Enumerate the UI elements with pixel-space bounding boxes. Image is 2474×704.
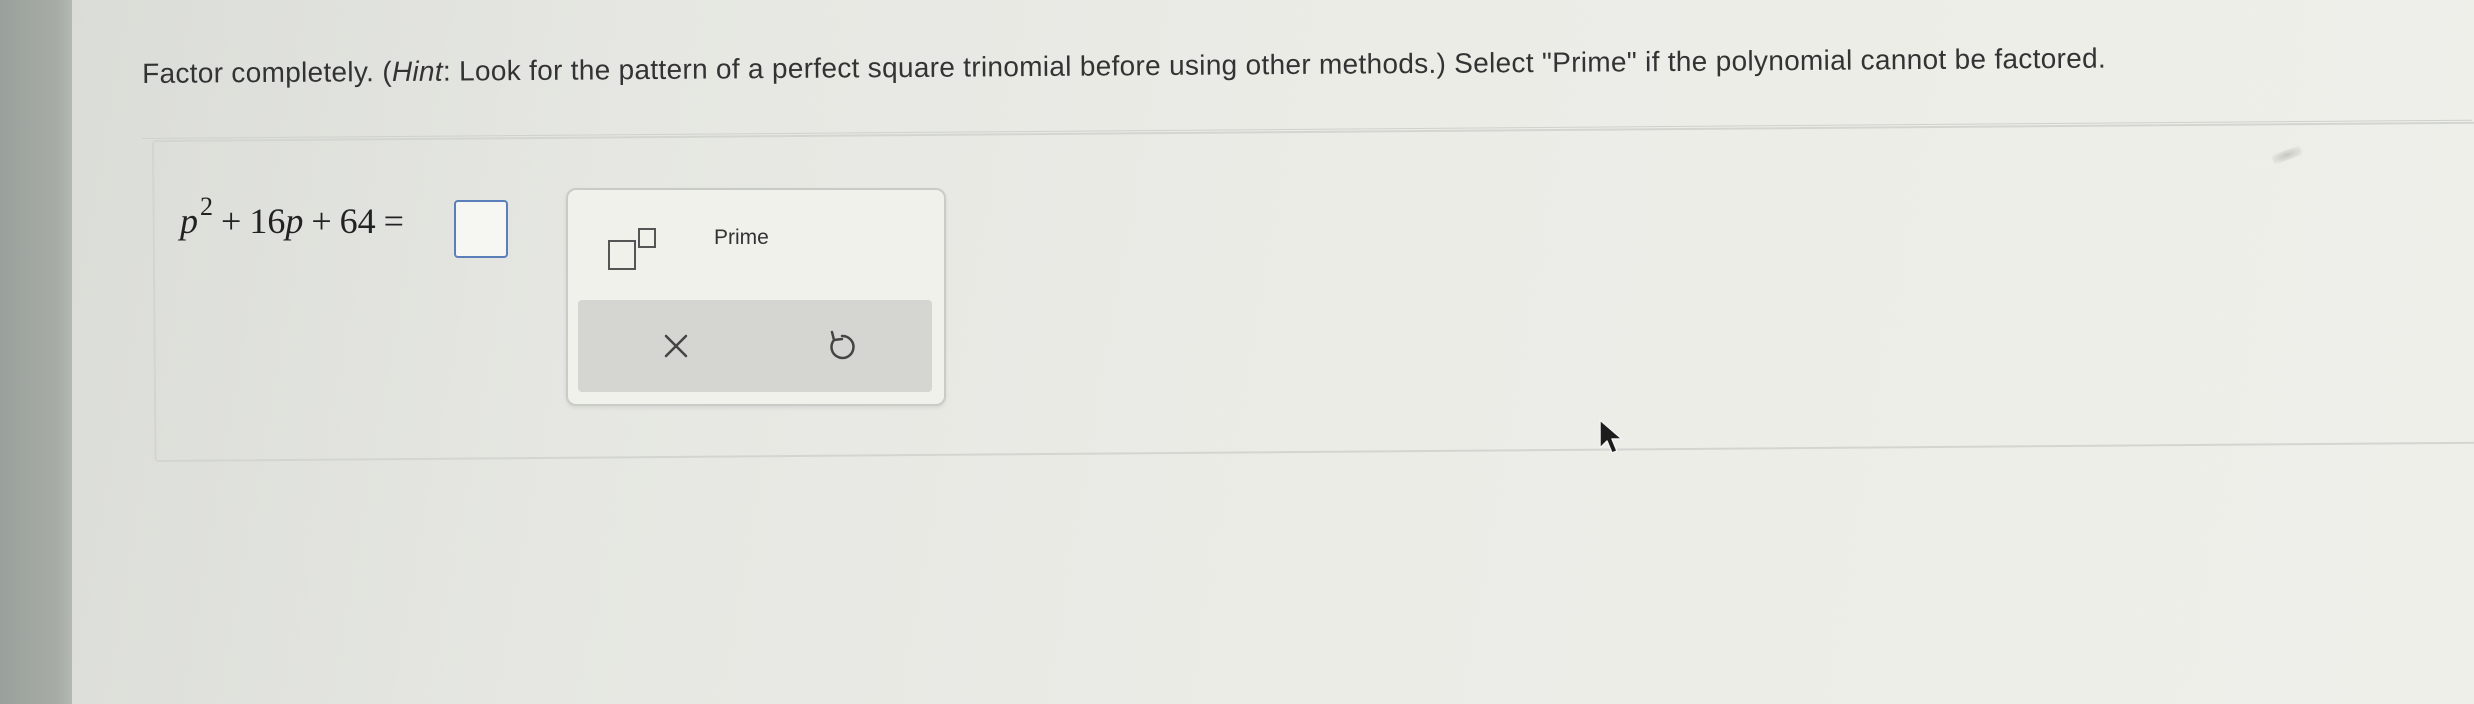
palette-action-bar <box>578 300 932 392</box>
equation-variable: p <box>180 201 198 241</box>
question-prefix: Factor completely. ( <box>142 56 393 89</box>
answer-input-box[interactable] <box>454 200 508 258</box>
question-hint-text: : Look for the pattern of a perfect squa… <box>442 42 2107 87</box>
exponent-template-button[interactable] <box>604 224 664 274</box>
equation-plus-1: + <box>221 201 242 241</box>
equation-equals: = <box>383 201 404 241</box>
equation-exponent: 2 <box>200 192 213 221</box>
equation-plus-2: + <box>311 201 332 241</box>
exponent-power-box <box>638 228 656 248</box>
left-background-strip <box>0 0 72 704</box>
answer-panel <box>152 121 2474 462</box>
equation-constant: 64 <box>339 201 376 241</box>
undo-button[interactable] <box>816 320 868 372</box>
prime-button[interactable]: Prime <box>714 226 769 250</box>
question-text: Factor completely. (Hint: Look for the p… <box>142 40 2442 90</box>
polynomial-equation: p2 + 16 p + 64 = <box>180 192 412 242</box>
equation-coefficient: 16 <box>249 201 286 241</box>
close-icon <box>664 334 688 358</box>
math-palette: Prime <box>566 188 946 406</box>
mouse-cursor-icon <box>1599 419 1623 454</box>
undo-icon <box>830 330 855 360</box>
equation-variable-2: p <box>285 201 304 241</box>
exponent-base-box <box>608 240 636 270</box>
question-page: Factor completely. (Hint: Look for the p… <box>72 0 2474 704</box>
hint-label: Hint <box>391 55 444 88</box>
clear-button[interactable] <box>650 320 702 372</box>
